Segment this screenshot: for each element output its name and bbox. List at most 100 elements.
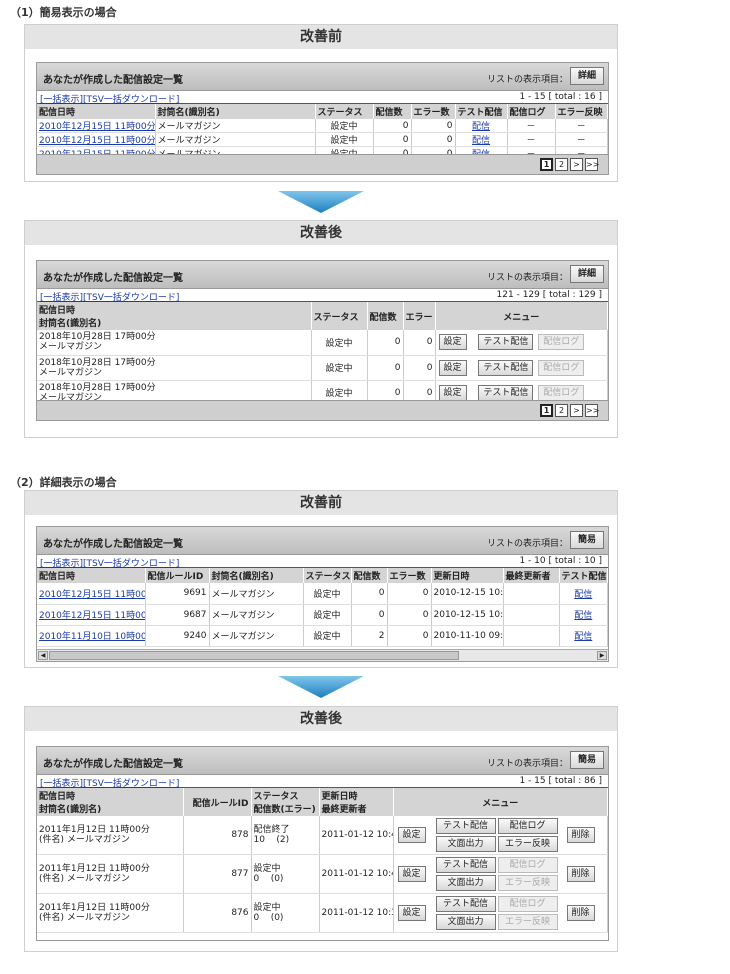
settings-button[interactable]: 設定 [438,359,467,376]
next-page-button[interactable]: > [570,158,583,171]
table-row: 2010年12月15日 11時00分 メールマガジン 設定中 0 0 配信 － … [37,119,608,133]
log-value: － [507,119,556,133]
delete-button[interactable]: 削除 [566,905,595,921]
date-link[interactable]: 2010年12月15日 11時00分 [39,590,144,600]
send-log-button[interactable]: 配信ログ [497,896,558,912]
last-updater [503,583,560,605]
detail-toggle-button[interactable]: 詳細 [570,265,604,283]
last-page-button[interactable]: >> [585,158,599,171]
detail-toggle-button[interactable]: 詳細 [570,67,604,85]
tsv-download-link[interactable]: [TSV一括ダウンロード] [83,559,179,569]
page-2-button[interactable]: 2 [555,158,568,171]
col-header: ステータス [315,104,374,119]
date-link[interactable]: 2010年12月15日 11時00分 [39,122,154,132]
envelope-name: メールマガジン [209,583,304,605]
frame-detail-after: 改善後 あなたが作成した配信設定一覧 リストの表示項目： 簡易 [一括表示][T… [24,706,618,952]
last-page-button[interactable]: >> [585,404,599,417]
settings-button[interactable]: 設定 [397,905,426,921]
error-value: (2) [276,835,290,845]
scrollbar-thumb[interactable] [49,651,459,660]
test-send-link[interactable]: 配信 [472,122,490,132]
col-header: エラー数 [387,568,432,583]
date-link[interactable]: 2010年12月15日 11時00分 [39,611,144,621]
test-send-button[interactable]: テスト配信 [478,334,534,351]
status-text: 設定中 [303,583,352,605]
scroll-right-icon[interactable]: ▶ [597,651,607,660]
error-reflect-button[interactable]: エラー反映 [497,836,558,852]
panel-simple-before: あなたが作成した配信設定一覧 リストの表示項目： 詳細 [一括表示][TSV一括… [36,62,609,175]
panel-header: あなたが作成した配信設定一覧 リストの表示項目： 詳細 [37,261,608,289]
link-row: [一括表示][TSV一括ダウンロード] 1 - 15 [ total : 86 … [37,775,608,789]
test-send-link[interactable]: 配信 [574,611,592,621]
test-send-button[interactable]: テスト配信 [478,359,534,376]
test-send-button[interactable]: テスト配信 [435,818,496,834]
settings-button[interactable]: 設定 [397,827,426,843]
send-log-button[interactable]: 配信ログ [538,334,585,351]
col-header: テスト配信 [455,104,508,119]
count-value: 2 [351,625,388,647]
doc-output-button[interactable]: 文面出力 [435,914,496,930]
doc-output-button[interactable]: 文面出力 [435,875,496,891]
test-send-button[interactable]: テスト配信 [435,896,496,912]
send-log-button[interactable]: 配信ログ [497,857,558,873]
header-updated: 更新日時 [321,792,358,802]
date-text: 2011年1月12日 11時00分 [39,903,150,913]
tsv-download-link[interactable]: [TSV一括ダウンロード] [83,293,179,303]
col-header: 配信ルールID [183,788,252,816]
date-link[interactable]: 2010年11月10日 10時00分 [39,632,144,642]
status-text: 設定中 [315,119,374,133]
page-1-button[interactable]: 1 [540,404,553,417]
rule-id: 878 [183,816,252,855]
settings-button[interactable]: 設定 [438,384,467,401]
page-1-button[interactable]: 1 [540,158,553,171]
simple-toggle-button[interactable]: 簡易 [570,531,604,549]
tsv-download-link[interactable]: [TSV一括ダウンロード] [83,95,179,105]
panel-detail-after: あなたが作成した配信設定一覧 リストの表示項目： 簡易 [一括表示][TSV一括… [36,746,609,941]
settings-button[interactable]: 設定 [438,334,467,351]
list-table: 配信日時 封筒名(識別名) 配信ルールID ステータス 配信数(エラー) 更新日時最… [37,788,608,933]
bulk-display-link[interactable]: [一括表示] [40,779,83,789]
header-date: 配信日時 [39,306,76,316]
range-text: 1 - 10 [ total : 10 ] [519,556,602,566]
date-text: 2018年10月28日 17時00分 [39,357,156,368]
col-header: 更新日時 最終更新者 [319,788,394,816]
delete-button[interactable]: 削除 [566,827,595,843]
col-header: ステータス 配信数(エラー) [251,788,320,816]
tsv-download-link[interactable]: [TSV一括ダウンロード] [83,779,179,789]
date-text: 2018年10月28日 17時00分 [39,332,156,343]
test-send-button[interactable]: テスト配信 [435,857,496,873]
test-send-link[interactable]: 配信 [574,632,592,642]
settings-button[interactable]: 設定 [397,866,426,882]
panel-header: あなたが作成した配信設定一覧 リストの表示項目： 簡易 [37,527,608,555]
test-send-link[interactable]: 配信 [472,136,490,146]
status-text: 設定中 [303,604,352,626]
range-text: 121 - 129 [ total : 129 ] [496,290,602,300]
col-header: 配信数 [373,104,412,119]
table-row: 2010年12月15日 11時00分 9691 メールマガジン 設定中 0 0 … [37,583,608,605]
test-send-link[interactable]: 配信 [574,590,592,600]
bulk-display-link[interactable]: [一括表示] [40,559,83,569]
page-2-button[interactable]: 2 [555,404,568,417]
error-count-value: 0 [387,583,432,605]
col-header: 更新日時 [431,568,504,583]
error-reflect-button[interactable]: エラー反映 [497,875,558,891]
send-log-button[interactable]: 配信ログ [538,359,585,376]
bulk-display-link[interactable]: [一括表示] [40,95,83,105]
list-display-label: リストの表示項目： [486,273,568,283]
doc-output-button[interactable]: 文面出力 [435,836,496,852]
delete-button[interactable]: 削除 [566,866,595,882]
scroll-left-icon[interactable]: ◀ [38,651,48,660]
simple-toggle-button[interactable]: 簡易 [570,751,604,769]
test-send-button[interactable]: テスト配信 [478,384,534,401]
col-header: ステータス [311,302,368,330]
envelope-name: メールマガジン [155,132,316,147]
error-reflect-button[interactable]: エラー反映 [497,914,558,930]
next-page-button[interactable]: > [570,404,583,417]
panel-simple-after: あなたが作成した配信設定一覧 リストの表示項目： 詳細 [一括表示][TSV一括… [36,260,609,421]
send-log-button[interactable]: 配信ログ [538,384,585,401]
bulk-display-link[interactable]: [一括表示] [40,293,83,303]
horizontal-scrollbar[interactable]: ◀ ▶ [37,649,608,661]
send-log-button[interactable]: 配信ログ [497,818,558,834]
date-link[interactable]: 2010年12月15日 11時00分 [39,136,154,146]
panel-detail-before: あなたが作成した配信設定一覧 リストの表示項目： 簡易 [一括表示][TSV一括… [36,526,609,662]
